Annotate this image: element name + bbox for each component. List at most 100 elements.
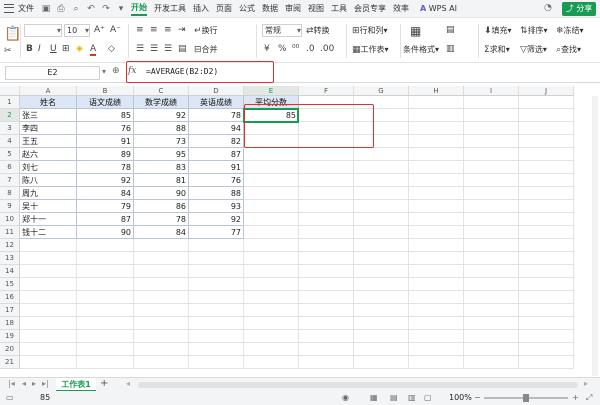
font-color-icon[interactable]: A xyxy=(90,44,97,56)
zoom-slider-thumb[interactable] xyxy=(523,394,529,402)
cell[interactable] xyxy=(464,96,519,109)
grid-view-icon[interactable]: ▦ xyxy=(370,391,378,405)
hscroll-right-icon[interactable]: ▸ xyxy=(584,379,588,388)
cell[interactable] xyxy=(244,252,299,265)
name-box[interactable]: E2 xyxy=(5,66,100,80)
align-left-icon[interactable]: ☰ xyxy=(136,44,144,54)
cell[interactable] xyxy=(354,317,409,330)
column-header-i[interactable]: I xyxy=(464,86,519,96)
cell[interactable]: 73 xyxy=(134,135,189,148)
cell[interactable] xyxy=(409,356,464,369)
cell[interactable] xyxy=(519,174,574,187)
cell[interactable] xyxy=(354,187,409,200)
merge-button[interactable]: ⊟ 合并 xyxy=(194,44,218,55)
cell[interactable] xyxy=(299,148,354,161)
column-header-e[interactable]: E xyxy=(244,86,299,96)
decrease-decimal-icon[interactable]: .00 xyxy=(320,44,334,54)
cell[interactable] xyxy=(244,161,299,174)
cell[interactable]: 82 xyxy=(189,135,244,148)
cell[interactable] xyxy=(519,187,574,200)
cell[interactable] xyxy=(464,252,519,265)
cell[interactable] xyxy=(354,356,409,369)
cell[interactable] xyxy=(464,317,519,330)
cell[interactable] xyxy=(354,291,409,304)
cell[interactable]: 陈八 xyxy=(20,174,77,187)
row-header[interactable]: 20 xyxy=(0,343,20,356)
sum-button[interactable]: Σ 求和 ▾ xyxy=(484,44,510,55)
cond-format-icon[interactable]: ▦ xyxy=(410,24,421,38)
rowcol-button[interactable]: ⊞ 行和列 ▾ xyxy=(352,25,388,36)
cell[interactable]: 81 xyxy=(134,174,189,187)
row-header[interactable]: 9 xyxy=(0,200,20,213)
cell[interactable] xyxy=(189,278,244,291)
cell[interactable] xyxy=(354,200,409,213)
cell[interactable] xyxy=(464,343,519,356)
cell[interactable] xyxy=(464,265,519,278)
cell[interactable] xyxy=(77,317,134,330)
cell[interactable] xyxy=(519,278,574,291)
fullscreen-icon[interactable]: ⤢ xyxy=(586,391,592,405)
cell[interactable] xyxy=(244,317,299,330)
italic-icon[interactable]: I xyxy=(38,44,41,54)
cell[interactable] xyxy=(299,226,354,239)
cell[interactable]: 91 xyxy=(189,161,244,174)
cell[interactable] xyxy=(464,278,519,291)
cell[interactable]: 92 xyxy=(77,174,134,187)
zoom-in-icon[interactable]: ⊕ xyxy=(112,66,120,76)
cell[interactable]: 87 xyxy=(189,148,244,161)
cell[interactable] xyxy=(354,213,409,226)
cell[interactable] xyxy=(409,213,464,226)
clear-format-icon[interactable]: ◇ xyxy=(108,44,115,54)
row-header[interactable]: 21 xyxy=(0,356,20,369)
align-middle-icon[interactable]: ≡ xyxy=(150,25,158,35)
align-center-icon[interactable]: ☰ xyxy=(150,44,158,54)
cell[interactable]: 刘七 xyxy=(20,161,77,174)
cell[interactable] xyxy=(354,148,409,161)
cell[interactable] xyxy=(464,122,519,135)
row-header[interactable]: 10 xyxy=(0,213,20,226)
cell[interactable] xyxy=(464,213,519,226)
cell[interactable] xyxy=(409,161,464,174)
bold-icon[interactable]: B xyxy=(26,44,33,54)
cell[interactable] xyxy=(244,226,299,239)
cell[interactable] xyxy=(134,330,189,343)
cell[interactable] xyxy=(77,330,134,343)
cell[interactable] xyxy=(20,343,77,356)
menu-tools[interactable]: 工具 xyxy=(331,3,347,14)
cell[interactable]: 76 xyxy=(189,174,244,187)
add-sheet-button[interactable]: + xyxy=(100,378,108,389)
cell[interactable] xyxy=(244,174,299,187)
cell[interactable]: 88 xyxy=(189,187,244,200)
menu-file[interactable]: 文件 xyxy=(18,3,34,14)
cell[interactable] xyxy=(519,239,574,252)
wrap-icon[interactable]: ↵ 换行 xyxy=(194,25,218,36)
last-sheet-icon[interactable]: ▸| xyxy=(42,379,49,388)
namebox-dropdown-icon[interactable]: ▾ xyxy=(102,67,106,76)
cell[interactable] xyxy=(409,200,464,213)
cell[interactable] xyxy=(189,291,244,304)
cell[interactable] xyxy=(409,122,464,135)
vertical-scrollbar[interactable] xyxy=(592,96,598,376)
cell[interactable] xyxy=(519,213,574,226)
cell[interactable] xyxy=(354,278,409,291)
cell[interactable] xyxy=(519,356,574,369)
cell[interactable] xyxy=(519,148,574,161)
cell[interactable]: 郑十一 xyxy=(20,213,77,226)
cell[interactable]: 85 xyxy=(77,109,134,122)
row-header[interactable]: 1 xyxy=(0,96,20,109)
cell[interactable] xyxy=(244,356,299,369)
wps-ai-button[interactable]: A WPS AI xyxy=(420,4,457,13)
column-header-d[interactable]: D xyxy=(189,86,244,96)
cell[interactable] xyxy=(409,291,464,304)
menu-review[interactable]: 审阅 xyxy=(285,3,301,14)
cell[interactable] xyxy=(20,317,77,330)
cell[interactable] xyxy=(77,278,134,291)
cell[interactable] xyxy=(189,356,244,369)
cell[interactable] xyxy=(189,265,244,278)
row-header[interactable]: 8 xyxy=(0,187,20,200)
menu-home[interactable]: 开始 xyxy=(131,2,147,16)
cell[interactable]: 赵六 xyxy=(20,148,77,161)
cell[interactable] xyxy=(354,343,409,356)
row-header[interactable]: 19 xyxy=(0,330,20,343)
cell[interactable] xyxy=(409,317,464,330)
